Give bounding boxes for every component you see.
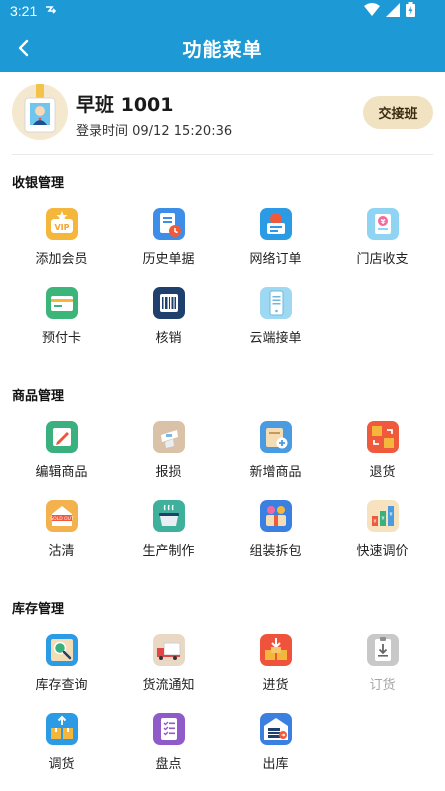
user-name: 早班 1001: [76, 94, 174, 116]
wifi-icon: [364, 2, 380, 21]
grid-inventory: 库存查询 货流通知 进货 订货 调货 盘点 出库: [8, 632, 436, 790]
menu-item-label: 生产制作: [142, 544, 195, 559]
svg-text:¥: ¥: [380, 218, 385, 226]
avatar: [12, 84, 68, 140]
menu-item-edit-product[interactable]: 编辑商品: [8, 419, 115, 498]
cloud-order-phone-icon: [259, 287, 292, 319]
menu-item-transfer[interactable]: 调货: [8, 711, 115, 790]
menu-item-label: 预付卡: [41, 331, 81, 346]
menu-item-label: 盘点: [155, 757, 182, 772]
menu-item-label: 组装拆包: [249, 544, 302, 559]
menu-item-stocktake[interactable]: 盘点: [115, 711, 222, 790]
status-bar: 3:21: [0, 0, 445, 24]
menu-item-label: 退货: [369, 465, 396, 480]
section-title-cashier: 收银管理: [12, 176, 65, 191]
stocktake-checklist-icon: [152, 713, 185, 745]
app-bar: 功能菜单: [0, 24, 445, 72]
menu-item-add-member[interactable]: VIP 添加会员: [8, 206, 115, 285]
menu-item-label: 门店收支: [356, 252, 409, 267]
notification-icon: [44, 2, 60, 22]
menu-item-label: 核销: [155, 331, 182, 346]
menu-item-order-goods[interactable]: 订货: [329, 632, 436, 711]
purchase-in-icon: [259, 634, 292, 666]
assemble-package-icon: [259, 500, 292, 532]
menu-item-label: 订货: [369, 678, 396, 693]
menu-item-label: 编辑商品: [35, 465, 88, 480]
svg-text:SOLD OUT: SOLD OUT: [50, 516, 74, 522]
menu-item-verify[interactable]: 核销: [115, 285, 222, 364]
menu-item-sold-out[interactable]: SOLD OUT 沽清: [8, 498, 115, 577]
menu-item-label: 沽清: [48, 544, 75, 559]
svg-text:VIP: VIP: [54, 223, 69, 232]
svg-text:¥: ¥: [381, 516, 384, 522]
menu-item-store-cash[interactable]: ¥ 门店收支: [329, 206, 436, 285]
battery-icon: [406, 2, 415, 21]
history-receipt-icon: [152, 208, 185, 240]
menu-item-inventory-search[interactable]: 库存查询: [8, 632, 115, 711]
production-pot-icon: [152, 500, 185, 532]
menu-item-label: 云端接单: [249, 331, 302, 346]
menu-item-label: 新增商品: [249, 465, 302, 480]
barcode-verify-icon: [152, 287, 185, 319]
menu-item-production[interactable]: 生产制作: [115, 498, 222, 577]
warehouse-out-icon: [259, 713, 292, 745]
signal-icon: [386, 2, 400, 21]
logistics-truck-icon: [152, 634, 185, 666]
transfer-goods-icon: [45, 713, 78, 745]
online-order-icon: [259, 208, 292, 240]
menu-item-cloud-orders[interactable]: 云端接单: [222, 285, 329, 364]
inventory-search-icon: [45, 634, 78, 666]
menu-item-label: 报损: [155, 465, 182, 480]
divider: [12, 154, 433, 155]
menu-item-new-product[interactable]: 新增商品: [222, 419, 329, 498]
return-goods-icon: [366, 421, 399, 453]
svg-text:¥: ¥: [389, 512, 392, 518]
menu-item-return-goods[interactable]: 退货: [329, 419, 436, 498]
menu-item-label: 快速调价: [356, 544, 409, 559]
menu-item-quick-price[interactable]: ¥ ¥ ¥ 快速调价: [329, 498, 436, 577]
menu-item-online-orders[interactable]: 网络订单: [222, 206, 329, 285]
menu-item-logistics[interactable]: 货流通知: [115, 632, 222, 711]
menu-item-assemble[interactable]: 组装拆包: [222, 498, 329, 577]
damage-report-icon: [152, 421, 185, 453]
menu-item-label: 历史单据: [142, 252, 195, 267]
vip-card-icon: VIP: [45, 208, 78, 240]
login-time: 登录时间 09/12 15:20:36: [76, 124, 233, 139]
sold-out-icon: SOLD OUT: [45, 500, 78, 532]
menu-item-label: 调货: [48, 757, 75, 772]
menu-item-label: 货流通知: [142, 678, 195, 693]
handover-button[interactable]: 交接班: [363, 96, 433, 129]
menu-item-stock-out[interactable]: 出库: [222, 711, 329, 790]
menu-item-history-receipts[interactable]: 历史单据: [115, 206, 222, 285]
menu-item-label: 网络订单: [249, 252, 302, 267]
grid-products: 编辑商品 报损 新增商品 退货 SOLD OUT 沽清 生产制作 组装拆包 ¥ …: [8, 419, 436, 577]
svg-text:¥: ¥: [373, 519, 376, 525]
store-cash-icon: ¥: [366, 208, 399, 240]
menu-item-label: 库存查询: [35, 678, 88, 693]
user-card: 早班 1001 登录时间 09/12 15:20:36 交接班: [12, 84, 433, 140]
order-goods-icon: [366, 634, 399, 666]
prepaid-card-icon: [45, 287, 78, 319]
section-title-products: 商品管理: [12, 389, 65, 404]
quick-price-icon: ¥ ¥ ¥: [366, 500, 399, 532]
menu-item-prepaid-card[interactable]: 预付卡: [8, 285, 115, 364]
menu-item-label: 进货: [262, 678, 289, 693]
menu-item-label: 出库: [262, 757, 289, 772]
employee-badge-icon: [24, 84, 56, 133]
status-time: 3:21: [10, 3, 38, 19]
menu-item-damage-report[interactable]: 报损: [115, 419, 222, 498]
edit-product-icon: [45, 421, 78, 453]
menu-item-label: 添加会员: [35, 252, 88, 267]
new-product-icon: [259, 421, 292, 453]
section-title-inventory: 库存管理: [12, 602, 65, 617]
grid-cashier: VIP 添加会员 历史单据 网络订单 ¥ 门店收支 预付卡 核销 云端接单: [8, 206, 436, 364]
menu-item-purchase[interactable]: 进货: [222, 632, 329, 711]
page-title: 功能菜单: [182, 39, 263, 61]
